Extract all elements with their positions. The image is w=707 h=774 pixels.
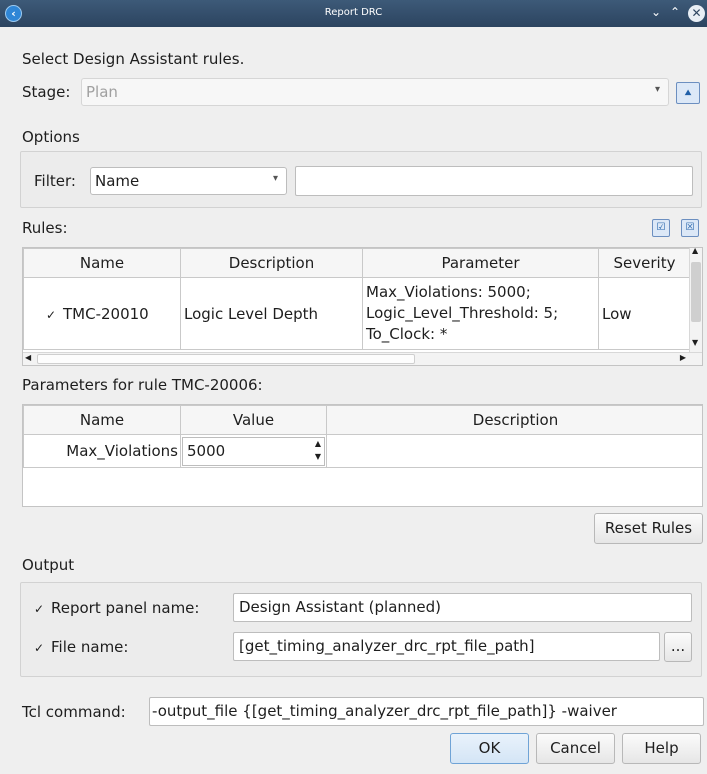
scroll-down-icon[interactable]: ▼ bbox=[692, 338, 698, 347]
table-row[interactable]: ✓ TMC-20010 Logic Level Depth Max_Violati… bbox=[23, 277, 691, 350]
param-col-description[interactable]: Description bbox=[326, 405, 702, 435]
vertical-scrollbar[interactable]: ▲ ▼ bbox=[689, 248, 702, 352]
parameters-label: Parameters for rule TMC-20006: bbox=[22, 376, 263, 394]
chevron-down-icon: ▾ bbox=[654, 84, 660, 95]
rules-col-description[interactable]: Description bbox=[180, 248, 363, 278]
rule-name: TMC-20010 bbox=[63, 304, 149, 323]
file-name-checkbox[interactable]: ✓ bbox=[34, 641, 47, 655]
report-panel-input[interactable]: Design Assistant (planned) bbox=[233, 593, 692, 622]
param-value-spinbox[interactable]: 5000 ▲ ▼ bbox=[182, 437, 325, 466]
deselect-all-icon[interactable]: ☒ bbox=[681, 219, 699, 237]
stage-select: Plan ▾ bbox=[81, 78, 669, 106]
param-col-name[interactable]: Name bbox=[23, 405, 181, 435]
param-col-value[interactable]: Value bbox=[180, 405, 327, 435]
stage-label: Stage: bbox=[22, 83, 71, 101]
maximize-icon[interactable]: ⌃ bbox=[670, 5, 680, 20]
filter-select[interactable]: Name ▾ bbox=[90, 167, 287, 195]
report-panel-label: Report panel name: bbox=[51, 599, 200, 617]
horizontal-scrollbar[interactable]: ◀ ▶ bbox=[23, 352, 702, 365]
cancel-button[interactable]: Cancel bbox=[536, 733, 615, 764]
rule-param-line: Max_Violations: 5000; bbox=[366, 283, 531, 301]
output-group: ✓ Report panel name: Design Assistant (pl… bbox=[20, 582, 702, 677]
rules-col-severity[interactable]: Severity bbox=[598, 248, 691, 278]
scroll-up-icon[interactable]: ▲ bbox=[692, 248, 698, 255]
scroll-left-icon[interactable]: ◀ bbox=[25, 353, 31, 362]
report-panel-checkbox[interactable]: ✓ bbox=[34, 602, 47, 616]
param-description bbox=[326, 434, 702, 468]
rules-table: Name Description Parameter Severity ✓ TMC… bbox=[22, 247, 703, 366]
tcl-command-label: Tcl command: bbox=[22, 703, 126, 721]
file-name-input[interactable]: [get_timing_analyzer_drc_rpt_file_path] bbox=[233, 632, 660, 661]
browse-button[interactable]: ... bbox=[664, 632, 692, 662]
rule-severity: Low bbox=[598, 277, 691, 350]
parameters-table: Name Value Description Max_Violations 50… bbox=[22, 404, 703, 507]
table-row[interactable]: Max_Violations 5000 ▲ ▼ bbox=[23, 434, 702, 468]
param-name: Max_Violations bbox=[23, 434, 181, 468]
spin-up-icon[interactable]: ▲ bbox=[315, 437, 321, 451]
rule-checkbox[interactable]: ✓ bbox=[46, 308, 59, 322]
scroll-right-icon[interactable]: ▶ bbox=[680, 353, 686, 362]
chevron-down-icon: ▾ bbox=[272, 173, 278, 184]
minimize-icon[interactable]: ⌄ bbox=[651, 5, 661, 20]
collapse-up-icon[interactable]: ⯅ bbox=[676, 82, 700, 104]
scrollbar-thumb[interactable] bbox=[691, 262, 701, 322]
help-button[interactable]: Help bbox=[622, 733, 701, 764]
rule-param-line: To_Clock: * bbox=[366, 325, 448, 343]
rules-col-parameter[interactable]: Parameter bbox=[362, 248, 599, 278]
stage-value: Plan bbox=[86, 83, 118, 101]
title-bar: ‹ Report DRC ⌄ ⌃ ✕ bbox=[0, 0, 707, 27]
select-all-icon[interactable]: ☑ bbox=[652, 219, 670, 237]
scrollbar-thumb[interactable] bbox=[37, 354, 415, 364]
window-title: Report DRC bbox=[324, 7, 383, 18]
param-value: 5000 bbox=[187, 442, 226, 460]
ok-button[interactable]: OK bbox=[450, 733, 529, 764]
filter-label: Filter: bbox=[34, 172, 76, 190]
filter-value: Name bbox=[95, 172, 140, 190]
rules-col-name[interactable]: Name bbox=[23, 248, 181, 278]
dialog-instruction: Select Design Assistant rules. bbox=[22, 50, 245, 68]
file-name-label: File name: bbox=[51, 638, 129, 656]
rule-param-line: Logic_Level_Threshold: 5; bbox=[366, 304, 559, 322]
reset-rules-button[interactable]: Reset Rules bbox=[594, 513, 703, 544]
filter-text-input[interactable] bbox=[295, 166, 693, 196]
close-icon[interactable]: ✕ bbox=[688, 5, 705, 22]
output-heading: Output bbox=[22, 556, 75, 574]
options-heading: Options bbox=[22, 128, 80, 146]
rule-description: Logic Level Depth bbox=[180, 277, 363, 350]
options-group: Filter: Name ▾ bbox=[20, 151, 702, 208]
tcl-command-input[interactable]: -output_file {[get_timing_analyzer_drc_r… bbox=[149, 697, 704, 726]
rules-label: Rules: bbox=[22, 219, 68, 237]
spin-down-icon[interactable]: ▼ bbox=[315, 450, 321, 464]
